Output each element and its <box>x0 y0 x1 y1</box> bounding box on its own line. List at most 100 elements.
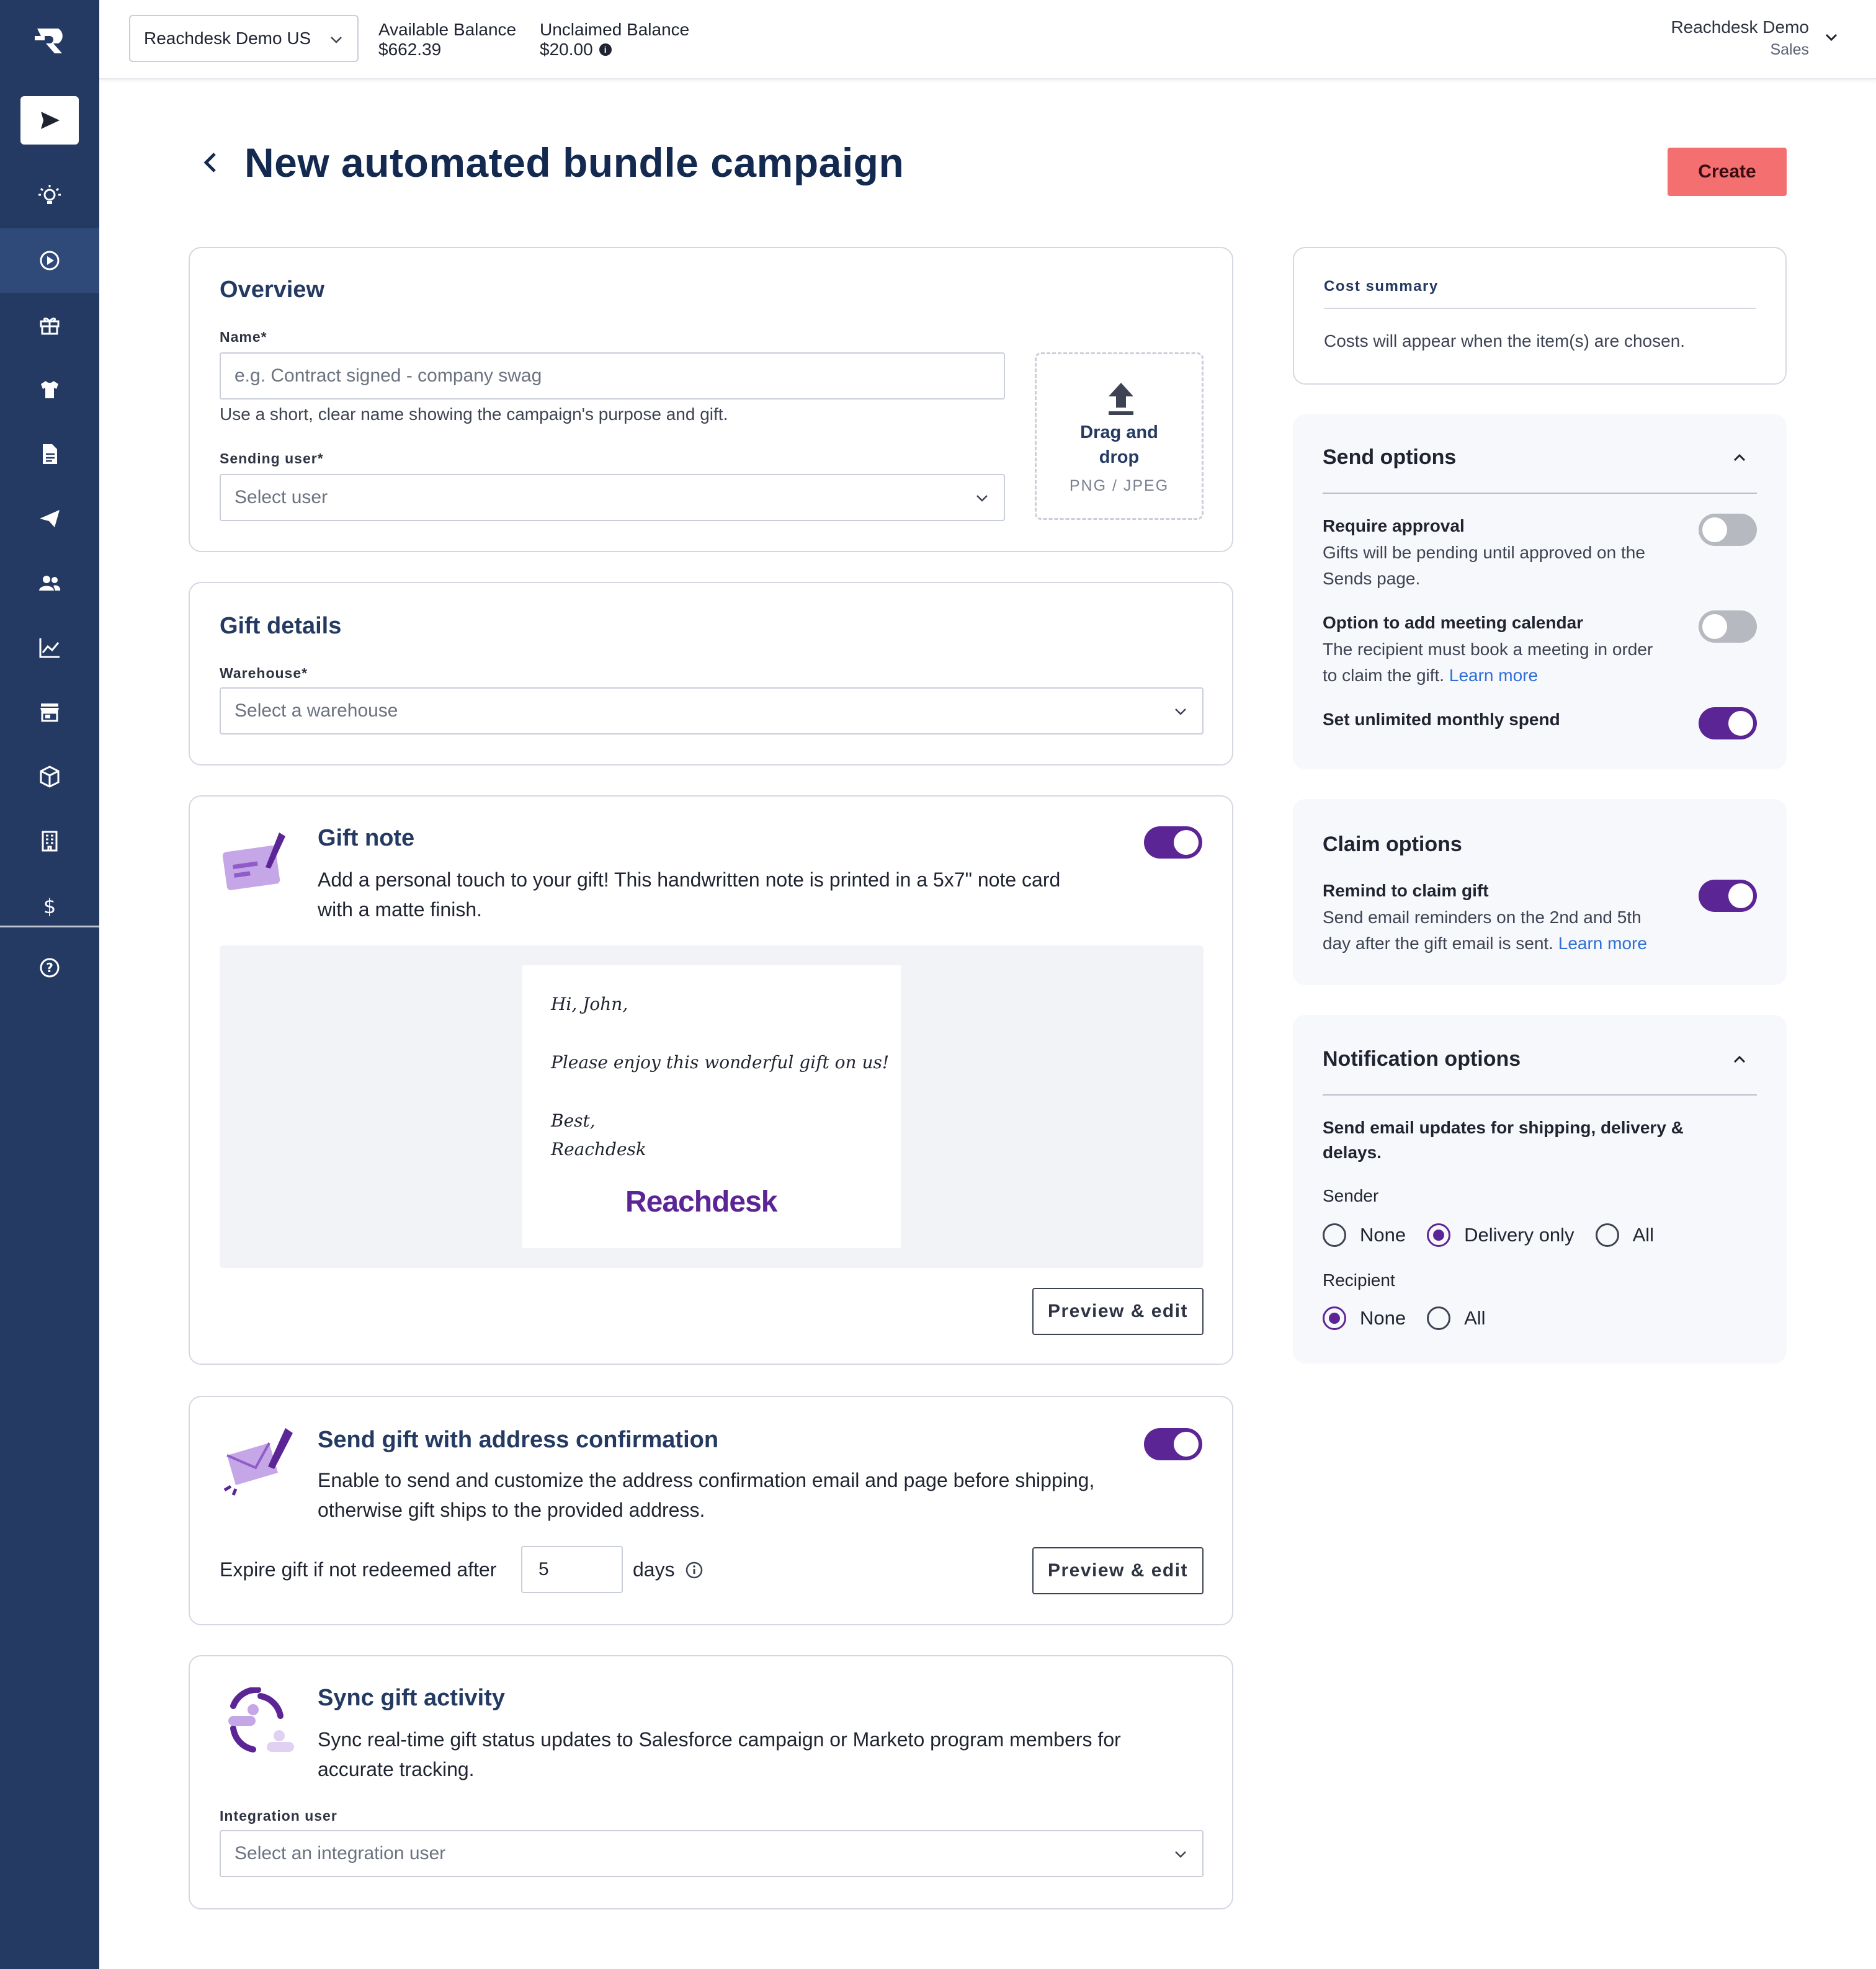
recipient-label: Recipient <box>1323 1270 1395 1290</box>
campaign-name-input[interactable]: e.g. Contract signed - company swag <box>220 352 1005 400</box>
unlimited-spend-toggle[interactable] <box>1699 707 1757 739</box>
sender-option-none[interactable]: None <box>1323 1223 1406 1247</box>
upload-icon <box>1109 383 1133 415</box>
note-signoff: Best, <box>551 1110 596 1131</box>
sidebar-item-campaigns[interactable] <box>0 228 99 293</box>
document-icon <box>43 444 57 464</box>
integration-user-value: Select an integration user <box>234 1843 446 1864</box>
meeting-learn-more-link[interactable]: Learn more <box>1449 666 1538 685</box>
line-chart-icon <box>39 638 60 658</box>
warehouse-select[interactable]: Select a warehouse <box>220 687 1204 734</box>
sending-user-select[interactable]: Select user <box>220 474 1005 521</box>
meeting-calendar-toggle[interactable] <box>1699 610 1757 643</box>
sidebar-item-inventory[interactable] <box>0 744 99 809</box>
chevron-down-icon[interactable] <box>1823 29 1840 46</box>
expire-days-input[interactable]: 5 <box>521 1546 623 1593</box>
sidebar-item-billing[interactable]: $ <box>0 873 99 938</box>
sidebar-item-insights[interactable] <box>0 164 99 228</box>
account-select[interactable]: Reachdesk Demo US <box>129 15 359 62</box>
info-icon[interactable]: i <box>599 43 612 56</box>
gift-note-preview-edit-button[interactable]: Preview & edit <box>1032 1288 1204 1335</box>
gift-details-title: Gift details <box>220 613 342 639</box>
remind-learn-more-link[interactable]: Learn more <box>1558 934 1647 953</box>
integration-user-select[interactable]: Select an integration user <box>220 1830 1204 1877</box>
remind-claim-toggle[interactable] <box>1699 880 1757 912</box>
available-balance-label: Available Balance <box>378 20 517 39</box>
name-label: Name* <box>220 329 267 345</box>
sender-option-all[interactable]: All <box>1595 1223 1654 1247</box>
note-greeting: Hi, John, <box>551 994 628 1014</box>
page-title: New automated bundle campaign <box>244 140 904 185</box>
cost-summary-divider <box>1324 308 1756 309</box>
radio-button <box>1427 1306 1451 1330</box>
sidebar-item-swag[interactable] <box>0 357 99 422</box>
sender-option-delivery-only[interactable]: Delivery only <box>1427 1223 1574 1247</box>
note-signature: Reachdesk <box>551 1139 646 1159</box>
svg-text:?: ? <box>46 960 53 975</box>
notification-options-divider <box>1323 1094 1757 1096</box>
info-circle-icon[interactable] <box>685 1561 704 1579</box>
gift-note-title: Gift note <box>318 825 415 851</box>
user-role: Sales <box>1770 41 1809 58</box>
cost-summary-card <box>1293 247 1787 385</box>
create-button[interactable]: Create <box>1668 148 1787 196</box>
chevron-up-icon[interactable] <box>1730 1050 1749 1069</box>
notification-description: Send email updates for shipping, deliver… <box>1323 1118 1684 1162</box>
gift-details-card <box>189 582 1233 766</box>
sender-label: Sender <box>1323 1186 1379 1205</box>
user-menu[interactable]: Reachdesk Demo Sales <box>1671 16 1809 61</box>
chevron-up-icon[interactable] <box>1730 448 1749 468</box>
radio-button <box>1323 1223 1346 1247</box>
require-approval-toggle[interactable] <box>1699 514 1757 546</box>
chevron-down-icon <box>976 495 988 502</box>
sidebar-item-company[interactable] <box>0 809 99 873</box>
sidebar-item-documents[interactable] <box>0 422 99 486</box>
sidebar-item-contacts[interactable] <box>0 551 99 615</box>
radio-button <box>1595 1223 1619 1247</box>
sidebar: $ ? <box>0 0 99 1969</box>
note-body: Please enjoy this wonderful gift on us! <box>551 1052 890 1073</box>
sidebar-item-store[interactable] <box>0 680 99 744</box>
address-confirmation-toggle[interactable] <box>1144 1428 1202 1460</box>
gift-note-toggle[interactable] <box>1144 826 1202 859</box>
upload-label: Drag and drop <box>1080 422 1158 467</box>
recipient-option-all[interactable]: All <box>1427 1306 1486 1330</box>
require-approval-description: Gifts will be pending until approved on … <box>1323 543 1645 588</box>
back-chevron-icon[interactable] <box>196 148 226 177</box>
box-icon <box>40 766 60 788</box>
building-icon <box>42 831 58 852</box>
account-select-value: Reachdesk Demo US <box>144 29 311 48</box>
integration-user-label: Integration user <box>220 1808 337 1824</box>
require-approval-title: Require approval <box>1323 516 1465 535</box>
sender-radio-group: None Delivery only All <box>1323 1223 1675 1247</box>
top-bar: Reachdesk Demo US Available Balance $662… <box>99 0 1876 79</box>
people-icon <box>39 576 61 591</box>
meeting-calendar-description: The recipient must book a meeting in ord… <box>1323 640 1653 685</box>
gift-note-description: Add a personal touch to your gift! This … <box>318 868 1061 921</box>
sidebar-divider <box>0 926 99 927</box>
sidebar-item-gifts[interactable] <box>0 293 99 357</box>
expire-label: Expire gift if not redeemed after <box>220 1558 497 1581</box>
claim-options-panel: Claim options Remind to claim gift Send … <box>1293 799 1787 985</box>
sync-title: Sync gift activity <box>318 1685 505 1711</box>
recipient-option-none[interactable]: None <box>1323 1306 1406 1330</box>
note-preview-area: Hi, John, Please enjoy this wonderful gi… <box>220 945 1204 1268</box>
sidebar-item-send[interactable] <box>0 88 99 153</box>
reachdesk-logo-icon[interactable] <box>35 24 69 56</box>
upload-formats: PNG / JPEG <box>1069 477 1169 494</box>
sidebar-item-sends[interactable] <box>0 486 99 551</box>
gift-icon <box>40 317 60 335</box>
sidebar-item-analytics[interactable] <box>0 615 99 680</box>
note-reachdesk-logo: Reachdesk <box>625 1185 777 1218</box>
envelope-pen-icon <box>223 1428 293 1496</box>
cost-summary-title: Cost summary <box>1324 278 1439 295</box>
warehouse-label: Warehouse* <box>220 665 308 681</box>
claim-options-title: Claim options <box>1323 833 1462 856</box>
address-confirmation-preview-edit-button[interactable]: Preview & edit <box>1032 1547 1204 1594</box>
meeting-calendar-title: Option to add meeting calendar <box>1323 613 1584 632</box>
storefront-icon <box>40 703 59 722</box>
play-circle-icon <box>40 251 60 270</box>
sidebar-item-help[interactable]: ? <box>0 935 99 1000</box>
chevron-down-icon <box>1175 708 1186 715</box>
image-upload-dropzone[interactable]: Drag and drop PNG / JPEG <box>1035 352 1204 520</box>
